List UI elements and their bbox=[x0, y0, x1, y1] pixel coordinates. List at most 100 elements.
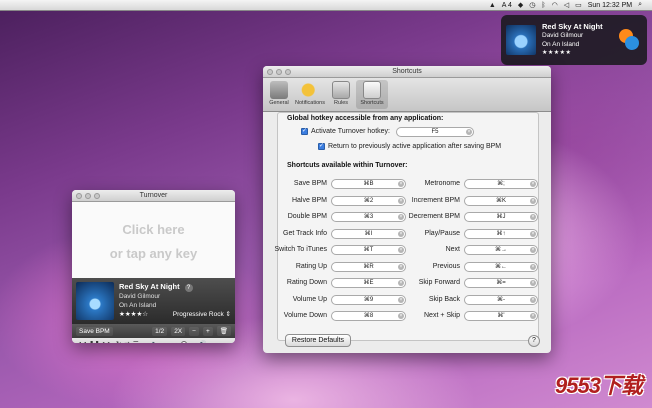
return-app-checkbox[interactable]: ✓ bbox=[318, 143, 325, 150]
minimize-button[interactable] bbox=[85, 193, 91, 199]
volume-knob[interactable] bbox=[181, 340, 188, 343]
track-artist: David Gilmour bbox=[119, 293, 161, 300]
shortcut-label: Switch To iTunes bbox=[274, 246, 327, 253]
zoom-button[interactable] bbox=[94, 193, 100, 199]
shortcut-field[interactable]: ⌘; × bbox=[464, 179, 538, 189]
shortcut-key: ⌘' bbox=[497, 313, 505, 319]
increment-button[interactable]: + bbox=[202, 326, 213, 336]
track-help-button[interactable]: ? bbox=[184, 284, 193, 292]
clear-icon[interactable]: × bbox=[530, 296, 536, 303]
shortcut-field[interactable]: ⌘J × bbox=[464, 212, 538, 222]
window-title: Turnover bbox=[139, 192, 168, 199]
decrement-button[interactable]: − bbox=[189, 326, 199, 336]
genre-select[interactable]: Progressive Rock ⇕ bbox=[173, 310, 231, 319]
shortcut-label: Next bbox=[445, 246, 460, 253]
tab-general[interactable]: General bbox=[267, 80, 291, 109]
bluetooth-icon[interactable]: ᛒ bbox=[541, 2, 545, 9]
shortcut-field[interactable]: ⌘- × bbox=[464, 294, 538, 305]
rules-icon bbox=[332, 81, 350, 99]
clear-icon[interactable]: × bbox=[530, 197, 536, 204]
activate-hotkey-label: Activate Turnover hotkey: bbox=[311, 128, 390, 135]
tap-area[interactable]: Click here or tap any key bbox=[72, 202, 235, 278]
menu-icon[interactable]: ☰ bbox=[133, 340, 139, 343]
search-icon[interactable]: ⌕ bbox=[638, 1, 642, 9]
return-app-label: Return to previously active application … bbox=[328, 143, 502, 150]
halve-button[interactable]: 1/2 bbox=[152, 326, 168, 336]
adobe-icon[interactable]: ▲ bbox=[489, 2, 496, 9]
pause-icon[interactable]: ❚❚ bbox=[89, 340, 100, 343]
track-name: Red Sky At Night bbox=[119, 282, 180, 291]
shortcut-field[interactable]: ⌘K × bbox=[464, 195, 538, 206]
activate-hotkey-row[interactable]: ✓ Activate Turnover hotkey: bbox=[301, 128, 390, 135]
shortcut-key: ⌘= bbox=[496, 280, 506, 286]
now-playing-notification[interactable]: Red Sky At Night David Gilmour On An Isl… bbox=[501, 15, 647, 65]
bpm-controls: Save BPM 1/2 2X − + 🗑 bbox=[72, 324, 235, 338]
shortcut-label: Play/Pause bbox=[424, 229, 460, 237]
shortcut-label: Halve BPM bbox=[291, 196, 327, 204]
megaphone-icon bbox=[301, 81, 319, 99]
activate-hotkey-field[interactable]: F5 × bbox=[396, 127, 474, 137]
dropbox-icon[interactable]: ◆ bbox=[518, 1, 523, 9]
time-machine-icon[interactable]: ◷ bbox=[529, 1, 535, 9]
shortcut-key: ⌘J bbox=[496, 214, 506, 220]
shortcut-key: ⌘; bbox=[497, 181, 505, 187]
next-icon[interactable]: ▶▶ bbox=[103, 340, 113, 343]
clear-icon[interactable]: × bbox=[466, 129, 472, 135]
shortcut-field[interactable]: ⌘' × bbox=[464, 311, 538, 321]
shortcut-key: ⌘K bbox=[495, 197, 506, 204]
help-button[interactable]: ? bbox=[528, 335, 540, 347]
return-app-row[interactable]: ✓ Return to previously active applicatio… bbox=[318, 143, 501, 150]
zoom-button[interactable] bbox=[285, 69, 291, 75]
previous-icon[interactable]: ◀◀ bbox=[76, 340, 86, 343]
wifi-icon[interactable]: ◠ bbox=[552, 1, 558, 9]
double-button[interactable]: 2X bbox=[171, 326, 186, 336]
prefs-titlebar[interactable]: Shortcuts bbox=[263, 66, 551, 78]
close-button[interactable] bbox=[267, 69, 273, 75]
shortcut-field[interactable]: ⌘↑ × bbox=[464, 228, 538, 239]
album-art-thumbnail bbox=[506, 25, 536, 55]
tab-rules[interactable]: Rules bbox=[329, 80, 353, 109]
minimize-button[interactable] bbox=[276, 69, 282, 75]
shortcut-label: Decrement BPM bbox=[408, 213, 460, 220]
close-button[interactable] bbox=[76, 193, 82, 199]
clear-icon[interactable]: × bbox=[530, 247, 536, 253]
save-bpm-button[interactable]: Save BPM bbox=[76, 326, 113, 336]
tap-hint-line1: Click here bbox=[122, 222, 185, 237]
activate-hotkey-checkbox[interactable]: ✓ bbox=[301, 128, 308, 135]
shortcut-label: Skip Forward bbox=[418, 279, 460, 286]
shortcut-label: Volume Up bbox=[292, 295, 327, 303]
general-icon bbox=[270, 81, 288, 99]
clear-icon[interactable]: × bbox=[530, 280, 536, 286]
track-rating[interactable]: ★★★★☆ bbox=[119, 310, 148, 319]
clear-icon[interactable]: × bbox=[530, 230, 536, 237]
volume-slider[interactable] bbox=[161, 340, 196, 343]
shortcut-label: Increment BPM bbox=[411, 196, 460, 204]
volume-low-icon: 🔈 bbox=[151, 340, 159, 343]
volume-icon[interactable]: ◁ bbox=[564, 1, 569, 9]
notification-rating: ★★★★★ bbox=[542, 50, 572, 56]
shortcut-label: Save BPM bbox=[293, 180, 327, 187]
shuffle-icon[interactable]: ⇄ bbox=[124, 340, 129, 343]
restore-defaults-button[interactable]: Restore Defaults bbox=[285, 334, 351, 347]
clear-icon[interactable]: × bbox=[530, 313, 536, 319]
notification-title: Red Sky At Night bbox=[542, 22, 603, 31]
shortcut-field[interactable]: ⌘→ × bbox=[464, 245, 538, 255]
clear-icon[interactable]: × bbox=[530, 214, 536, 220]
shortcut-field[interactable]: ⌘← × bbox=[464, 261, 538, 272]
trash-icon[interactable]: 🗑 bbox=[216, 326, 231, 336]
airplay-icon[interactable]: ▭ bbox=[142, 340, 148, 343]
shortcut-field[interactable]: ⌘= × bbox=[464, 278, 538, 288]
repeat-icon[interactable]: ↻ bbox=[116, 340, 121, 343]
global-hotkey-heading: Global hotkey accessible from any applic… bbox=[287, 115, 444, 122]
album-art bbox=[76, 282, 114, 320]
clear-icon[interactable]: × bbox=[530, 263, 536, 270]
menu-clock[interactable]: Sun 12:32 PM bbox=[588, 2, 632, 9]
tab-notifications[interactable]: Notifications bbox=[294, 80, 326, 109]
volume-high-icon: 🔊 bbox=[199, 340, 207, 343]
battery-icon[interactable]: ▭ bbox=[575, 1, 582, 9]
status-text: A 4 bbox=[501, 1, 512, 9]
tab-shortcuts[interactable]: Shortcuts bbox=[356, 80, 388, 109]
turnover-titlebar[interactable]: Turnover bbox=[72, 190, 235, 202]
clear-icon[interactable]: × bbox=[530, 181, 536, 187]
track-album: On An Island bbox=[119, 302, 157, 309]
